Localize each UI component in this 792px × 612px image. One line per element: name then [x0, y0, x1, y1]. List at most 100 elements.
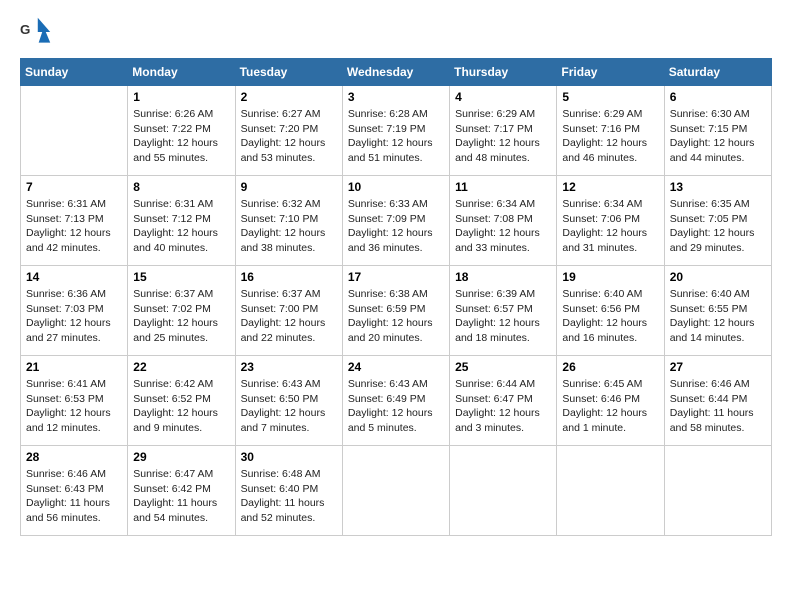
day-number: 14 — [26, 270, 122, 284]
day-number: 2 — [241, 90, 337, 104]
day-info: Sunrise: 6:41 AMSunset: 6:53 PMDaylight:… — [26, 377, 122, 436]
calendar-cell: 13 Sunrise: 6:35 AMSunset: 7:05 PMDayligh… — [664, 176, 771, 266]
day-info: Sunrise: 6:40 AMSunset: 6:55 PMDaylight:… — [670, 287, 766, 346]
day-number: 22 — [133, 360, 229, 374]
calendar-cell: 4Sunrise: 6:29 AMSunset: 7:17 PMDaylight… — [450, 86, 557, 176]
calendar-cell: 12 Sunrise: 6:34 AMSunset: 7:06 PMDayligh… — [557, 176, 664, 266]
day-number: 24 — [348, 360, 444, 374]
calendar-cell: 2 Sunrise: 6:27 AMSunset: 7:20 PMDaylight… — [235, 86, 342, 176]
day-info: Sunrise: 6:48 AMSunset: 6:40 PMDaylight:… — [241, 467, 337, 526]
calendar-week-0: 1 Sunrise: 6:26 AMSunset: 7:22 PMDaylight… — [21, 86, 772, 176]
page-header: G — [20, 16, 772, 48]
day-info: Sunrise: 6:44 AMSunset: 6:47 PMDaylight:… — [455, 377, 551, 436]
calendar-cell — [557, 446, 664, 536]
weekday-header-saturday: Saturday — [664, 59, 771, 86]
day-info: Sunrise: 6:37 AMSunset: 7:02 PMDaylight:… — [133, 287, 229, 346]
calendar-cell: 19 Sunrise: 6:40 AMSunset: 6:56 PMDayligh… — [557, 266, 664, 356]
day-info: Sunrise: 6:46 AMSunset: 6:43 PMDaylight:… — [26, 467, 122, 526]
calendar-cell: 24 Sunrise: 6:43 AMSunset: 6:49 PMDayligh… — [342, 356, 449, 446]
day-number: 30 — [241, 450, 337, 464]
day-info: Sunrise: 6:42 AMSunset: 6:52 PMDaylight:… — [133, 377, 229, 436]
day-info: Sunrise: 6:38 AMSunset: 6:59 PMDaylight:… — [348, 287, 444, 346]
weekday-header-thursday: Thursday — [450, 59, 557, 86]
calendar-week-2: 14 Sunrise: 6:36 AMSunset: 7:03 PMDayligh… — [21, 266, 772, 356]
day-info: Sunrise: 6:26 AMSunset: 7:22 PMDaylight:… — [133, 107, 229, 166]
calendar-week-1: 7Sunrise: 6:31 AMSunset: 7:13 PMDaylight… — [21, 176, 772, 266]
day-number: 16 — [241, 270, 337, 284]
day-number: 26 — [562, 360, 658, 374]
calendar-cell: 18 Sunrise: 6:39 AMSunset: 6:57 PMDayligh… — [450, 266, 557, 356]
calendar-week-4: 28 Sunrise: 6:46 AMSunset: 6:43 PMDayligh… — [21, 446, 772, 536]
calendar-cell: 21Sunrise: 6:41 AMSunset: 6:53 PMDayligh… — [21, 356, 128, 446]
calendar-cell: 16 Sunrise: 6:37 AMSunset: 7:00 PMDayligh… — [235, 266, 342, 356]
day-info: Sunrise: 6:36 AMSunset: 7:03 PMDaylight:… — [26, 287, 122, 346]
day-info: Sunrise: 6:29 AMSunset: 7:16 PMDaylight:… — [562, 107, 658, 166]
day-info: Sunrise: 6:37 AMSunset: 7:00 PMDaylight:… — [241, 287, 337, 346]
day-number: 29 — [133, 450, 229, 464]
weekday-header-friday: Friday — [557, 59, 664, 86]
day-info: Sunrise: 6:27 AMSunset: 7:20 PMDaylight:… — [241, 107, 337, 166]
calendar-cell: 6 Sunrise: 6:30 AMSunset: 7:15 PMDaylight… — [664, 86, 771, 176]
day-number: 9 — [241, 180, 337, 194]
calendar-cell: 14 Sunrise: 6:36 AMSunset: 7:03 PMDayligh… — [21, 266, 128, 356]
day-number: 25 — [455, 360, 551, 374]
weekday-header-sunday: Sunday — [21, 59, 128, 86]
svg-text:G: G — [20, 22, 30, 37]
day-number: 18 — [455, 270, 551, 284]
calendar-cell: 7Sunrise: 6:31 AMSunset: 7:13 PMDaylight… — [21, 176, 128, 266]
day-number: 6 — [670, 90, 766, 104]
calendar-cell — [450, 446, 557, 536]
day-info: Sunrise: 6:33 AMSunset: 7:09 PMDaylight:… — [348, 197, 444, 256]
day-number: 20 — [670, 270, 766, 284]
calendar-cell — [664, 446, 771, 536]
day-info: Sunrise: 6:47 AMSunset: 6:42 PMDaylight:… — [133, 467, 229, 526]
calendar-cell: 22 Sunrise: 6:42 AMSunset: 6:52 PMDayligh… — [128, 356, 235, 446]
calendar-cell: 1 Sunrise: 6:26 AMSunset: 7:22 PMDaylight… — [128, 86, 235, 176]
calendar-cell: 17 Sunrise: 6:38 AMSunset: 6:59 PMDayligh… — [342, 266, 449, 356]
calendar-cell: 5 Sunrise: 6:29 AMSunset: 7:16 PMDaylight… — [557, 86, 664, 176]
calendar-cell: 25 Sunrise: 6:44 AMSunset: 6:47 PMDayligh… — [450, 356, 557, 446]
calendar-cell: 23 Sunrise: 6:43 AMSunset: 6:50 PMDayligh… — [235, 356, 342, 446]
day-info: Sunrise: 6:35 AMSunset: 7:05 PMDaylight:… — [670, 197, 766, 256]
day-info: Sunrise: 6:46 AMSunset: 6:44 PMDaylight:… — [670, 377, 766, 436]
calendar-cell: 9 Sunrise: 6:32 AMSunset: 7:10 PMDaylight… — [235, 176, 342, 266]
day-number: 11 — [455, 180, 551, 194]
calendar-cell: 3Sunrise: 6:28 AMSunset: 7:19 PMDaylight… — [342, 86, 449, 176]
day-number: 12 — [562, 180, 658, 194]
day-info: Sunrise: 6:45 AMSunset: 6:46 PMDaylight:… — [562, 377, 658, 436]
calendar-cell: 28 Sunrise: 6:46 AMSunset: 6:43 PMDayligh… — [21, 446, 128, 536]
day-info: Sunrise: 6:34 AMSunset: 7:06 PMDaylight:… — [562, 197, 658, 256]
logo-icon: G — [20, 16, 52, 48]
day-info: Sunrise: 6:32 AMSunset: 7:10 PMDaylight:… — [241, 197, 337, 256]
calendar-cell: 8Sunrise: 6:31 AMSunset: 7:12 PMDaylight… — [128, 176, 235, 266]
day-number: 27 — [670, 360, 766, 374]
day-info: Sunrise: 6:43 AMSunset: 6:49 PMDaylight:… — [348, 377, 444, 436]
calendar-cell: 30 Sunrise: 6:48 AMSunset: 6:40 PMDayligh… — [235, 446, 342, 536]
day-number: 7 — [26, 180, 122, 194]
day-info: Sunrise: 6:29 AMSunset: 7:17 PMDaylight:… — [455, 107, 551, 166]
day-number: 13 — [670, 180, 766, 194]
day-number: 23 — [241, 360, 337, 374]
day-number: 17 — [348, 270, 444, 284]
calendar-table: SundayMondayTuesdayWednesdayThursdayFrid… — [20, 58, 772, 536]
day-info: Sunrise: 6:28 AMSunset: 7:19 PMDaylight:… — [348, 107, 444, 166]
day-info: Sunrise: 6:30 AMSunset: 7:15 PMDaylight:… — [670, 107, 766, 166]
day-number: 10 — [348, 180, 444, 194]
day-info: Sunrise: 6:39 AMSunset: 6:57 PMDaylight:… — [455, 287, 551, 346]
day-info: Sunrise: 6:43 AMSunset: 6:50 PMDaylight:… — [241, 377, 337, 436]
calendar-week-3: 21Sunrise: 6:41 AMSunset: 6:53 PMDayligh… — [21, 356, 772, 446]
day-number: 28 — [26, 450, 122, 464]
calendar-cell — [342, 446, 449, 536]
day-info: Sunrise: 6:34 AMSunset: 7:08 PMDaylight:… — [455, 197, 551, 256]
day-number: 19 — [562, 270, 658, 284]
calendar-cell: 29 Sunrise: 6:47 AMSunset: 6:42 PMDayligh… — [128, 446, 235, 536]
day-number: 1 — [133, 90, 229, 104]
calendar-cell: 20 Sunrise: 6:40 AMSunset: 6:55 PMDayligh… — [664, 266, 771, 356]
day-number: 5 — [562, 90, 658, 104]
day-info: Sunrise: 6:40 AMSunset: 6:56 PMDaylight:… — [562, 287, 658, 346]
day-info: Sunrise: 6:31 AMSunset: 7:12 PMDaylight:… — [133, 197, 229, 256]
calendar-header-row: SundayMondayTuesdayWednesdayThursdayFrid… — [21, 59, 772, 86]
day-number: 15 — [133, 270, 229, 284]
weekday-header-wednesday: Wednesday — [342, 59, 449, 86]
logo: G — [20, 16, 56, 48]
